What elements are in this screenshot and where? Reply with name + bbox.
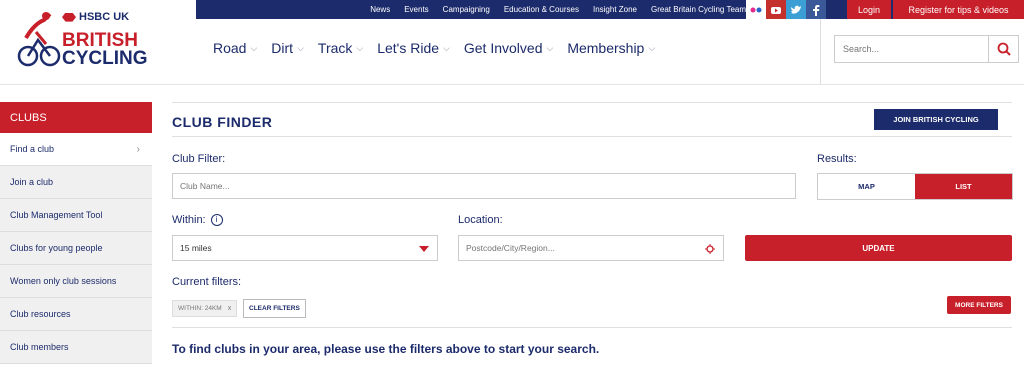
club-name-input[interactable] [173, 181, 795, 191]
chevron-down-icon: ⌵ [648, 42, 656, 53]
results-label: Results: [817, 153, 857, 165]
join-british-cycling-button[interactable]: JOIN BRITISH CYCLING [874, 109, 998, 130]
info-icon[interactable]: i [210, 214, 223, 227]
club-filter-label: Club Filter: [172, 153, 226, 165]
facebook-icon[interactable] [806, 0, 826, 19]
chevron-right-icon: › [136, 143, 140, 155]
sidebar-item-find-a-club[interactable]: Find a club › [0, 133, 152, 166]
register-button[interactable]: Register for tips & videos [893, 0, 1024, 19]
hsbc-sponsor-label: HSBC UK [62, 11, 129, 23]
nav-dirt[interactable]: Dirt ⌵ [271, 40, 304, 56]
locate-me-icon[interactable] [705, 244, 715, 254]
clear-filters-button[interactable]: CLEAR FILTERS [243, 299, 306, 318]
nav-lets-ride[interactable]: Let's Ride ⌵ [377, 40, 450, 56]
update-button[interactable]: UPDATE [745, 235, 1012, 261]
utility-link-education[interactable]: Education & Courses [504, 5, 579, 14]
login-button[interactable]: Login [847, 0, 891, 19]
sidebar-item-label: Find a club [10, 144, 55, 154]
sidebar-item-label: Clubs for young people [10, 243, 103, 253]
sidebar-item-club-management-tool[interactable]: Club Management Tool [0, 199, 152, 232]
within-label-text: Within: [172, 214, 206, 226]
nav-track-label: Track [317, 40, 353, 56]
within-select[interactable]: 15 miles [172, 235, 438, 261]
search-area [820, 19, 1024, 84]
results-map-button[interactable]: MAP [818, 174, 915, 199]
hsbc-hexagon-icon [62, 12, 76, 22]
sidebar: CLUBS Find a club › Join a club Club Mana… [0, 102, 152, 364]
twitter-icon[interactable] [786, 0, 806, 19]
within-selected-value: 15 miles [180, 243, 212, 253]
more-filters-button[interactable]: MORE FILTERS [947, 296, 1011, 314]
location-field [458, 235, 724, 261]
nav-dirt-label: Dirt [271, 40, 294, 56]
sidebar-item-label: Club resources [10, 309, 71, 319]
sidebar-item-label: Women only club sessions [10, 276, 117, 286]
location-input[interactable] [459, 243, 723, 253]
chevron-down-icon: ⌵ [250, 42, 258, 53]
filter-chip-within[interactable]: WITHIN: 24KM x [172, 300, 238, 317]
close-icon[interactable]: x [228, 305, 232, 312]
sidebar-item-label: Club Management Tool [10, 210, 103, 220]
youtube-icon[interactable] [766, 0, 786, 19]
nav-road[interactable]: Road ⌵ [213, 40, 257, 56]
utility-link-insight-zone[interactable]: Insight Zone [593, 5, 637, 14]
chevron-down-icon: ⌵ [443, 42, 450, 53]
utility-links: News Events Campaigning Education & Cour… [356, 0, 746, 19]
search-instructions: To find clubs in your area, please use t… [172, 342, 600, 356]
main-navigation: Road ⌵ Dirt ⌵ Track ⌵ Let's Ride ⌵ Get Invol… [213, 40, 669, 56]
sponsor-text: HSBC UK [79, 11, 130, 23]
sidebar-heading: CLUBS [0, 102, 152, 133]
utility-link-events[interactable]: Events [404, 5, 428, 14]
nav-lets-ride-label: Let's Ride [377, 40, 440, 56]
sidebar-item-club-members[interactable]: Club members [0, 331, 152, 364]
search-box [834, 35, 1019, 63]
utility-link-campaigning[interactable]: Campaigning [443, 5, 490, 14]
nav-membership[interactable]: Membership ⌵ [567, 40, 655, 56]
divider [172, 102, 1012, 103]
brand-line2: CYCLING [62, 48, 148, 69]
nav-get-involved[interactable]: Get Involved ⌵ [464, 40, 553, 56]
nav-get-involved-label: Get Involved [463, 40, 543, 56]
sidebar-item-club-resources[interactable]: Club resources [0, 298, 152, 331]
search-input[interactable] [835, 44, 985, 54]
within-label: Within: i [172, 214, 223, 227]
nav-track[interactable]: Track ⌵ [318, 40, 363, 56]
club-filter-field [172, 173, 796, 199]
current-filters-label: Current filters: [172, 276, 242, 288]
chevron-down-icon: ⌵ [546, 42, 554, 53]
sidebar-item-label: Join a club [10, 177, 54, 187]
brand-line1: BRITISH [62, 30, 138, 51]
chevron-down-icon: ⌵ [297, 42, 304, 53]
flickr-icon[interactable] [746, 0, 766, 19]
search-button[interactable] [988, 36, 1018, 62]
filter-chip-label: WITHIN: 24KM [178, 305, 222, 312]
utility-link-news[interactable]: News [370, 5, 390, 14]
nav-membership-label: Membership [567, 40, 645, 56]
page-title: CLUB FINDER [172, 114, 273, 130]
location-label: Location: [458, 214, 503, 226]
sidebar-item-women-only-club-sessions[interactable]: Women only club sessions [0, 265, 152, 298]
results-list-button[interactable]: LIST [915, 174, 1012, 199]
sidebar-item-clubs-for-young-people[interactable]: Clubs for young people [0, 232, 152, 265]
nav-road-label: Road [213, 40, 247, 56]
results-toggle: MAP LIST [817, 173, 1013, 200]
header-divider [0, 84, 1024, 85]
divider [172, 327, 1012, 328]
search-icon [997, 42, 1011, 56]
chevron-down-icon: ⌵ [356, 42, 364, 53]
divider [172, 136, 1012, 137]
sidebar-item-join-a-club[interactable]: Join a club [0, 166, 152, 199]
caret-down-icon [419, 246, 429, 252]
utility-link-gb-cycling-team[interactable]: Great Britain Cycling Team [651, 5, 746, 14]
british-cycling-logo[interactable]: HSBC UK BRITISH CYCLING [16, 10, 156, 72]
sidebar-item-label: Club members [10, 342, 69, 352]
